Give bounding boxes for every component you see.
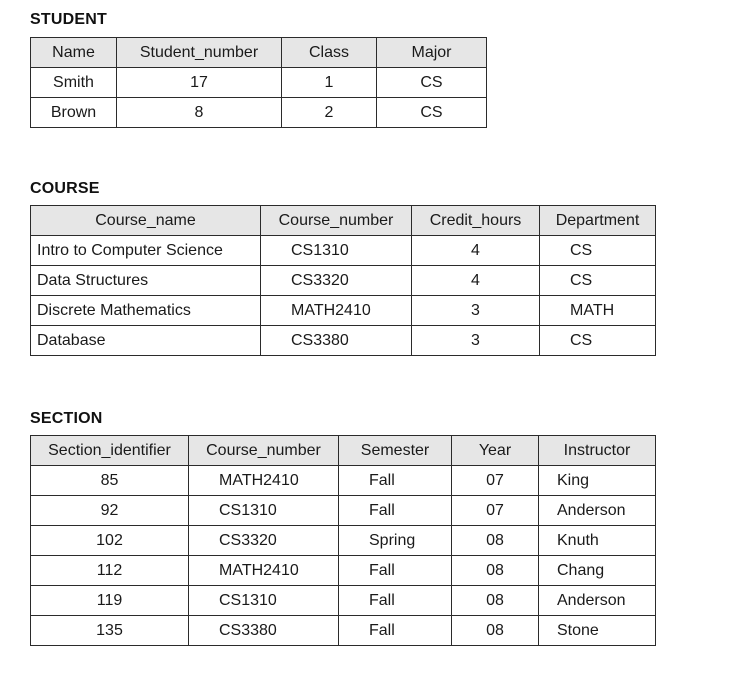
column-header-class: Class [281, 37, 377, 68]
student-table-title: STUDENT [30, 11, 107, 28]
cell-name: Smith [30, 67, 117, 98]
table-row: Data Structures CS3320 4 CS [30, 265, 656, 296]
cell-section-identifier: 92 [30, 495, 189, 526]
column-header-credit-hours: Credit_hours [411, 205, 540, 236]
cell-instructor: Stone [538, 615, 656, 646]
cell-course-name: Intro to Computer Science [30, 235, 261, 266]
table-row: Smith 17 1 CS [30, 67, 487, 98]
cell-course-number: CS1310 [260, 235, 412, 266]
student-header-row: Name Student_number Class Major [30, 37, 487, 68]
cell-course-number: CS1310 [188, 585, 339, 616]
cell-course-name: Discrete Mathematics [30, 295, 261, 326]
cell-semester: Fall [338, 555, 452, 586]
cell-instructor: Anderson [538, 495, 656, 526]
cell-student-number: 17 [116, 67, 282, 98]
section-header-row: Section_identifier Course_number Semeste… [30, 435, 656, 466]
cell-department: CS [539, 235, 656, 266]
cell-course-number: MATH2410 [188, 465, 339, 496]
column-header-course-number: Course_number [260, 205, 412, 236]
cell-credit-hours: 3 [411, 325, 540, 356]
table-row: Brown 8 2 CS [30, 97, 487, 128]
column-header-instructor: Instructor [538, 435, 656, 466]
course-table-title: COURSE [30, 180, 100, 197]
column-header-department: Department [539, 205, 656, 236]
cell-course-number: CS3380 [188, 615, 339, 646]
cell-section-identifier: 119 [30, 585, 189, 616]
cell-department: CS [539, 325, 656, 356]
table-row: 92 CS1310 Fall 07 Anderson [30, 495, 656, 526]
cell-semester: Fall [338, 465, 452, 496]
table-row: 135 CS3380 Fall 08 Stone [30, 615, 656, 646]
cell-semester: Fall [338, 585, 452, 616]
cell-course-number: CS3320 [260, 265, 412, 296]
cell-instructor: Anderson [538, 585, 656, 616]
cell-department: MATH [539, 295, 656, 326]
cell-instructor: Knuth [538, 525, 656, 556]
student-table: Name Student_number Class Major Smith 17… [30, 37, 487, 128]
cell-section-identifier: 102 [30, 525, 189, 556]
cell-course-number: MATH2410 [260, 295, 412, 326]
section-table: Section_identifier Course_number Semeste… [30, 435, 656, 646]
cell-year: 08 [451, 615, 539, 646]
course-table: Course_name Course_number Credit_hours D… [30, 205, 656, 356]
cell-student-number: 8 [116, 97, 282, 128]
cell-credit-hours: 3 [411, 295, 540, 326]
cell-major: CS [376, 97, 487, 128]
cell-credit-hours: 4 [411, 235, 540, 266]
cell-class: 2 [281, 97, 377, 128]
cell-year: 08 [451, 525, 539, 556]
column-header-course-number: Course_number [188, 435, 339, 466]
cell-course-number: CS1310 [188, 495, 339, 526]
column-header-name: Name [30, 37, 117, 68]
cell-year: 07 [451, 495, 539, 526]
cell-section-identifier: 112 [30, 555, 189, 586]
cell-name: Brown [30, 97, 117, 128]
column-header-course-name: Course_name [30, 205, 261, 236]
cell-course-name: Data Structures [30, 265, 261, 296]
column-header-year: Year [451, 435, 539, 466]
table-row: 112 MATH2410 Fall 08 Chang [30, 555, 656, 586]
cell-semester: Spring [338, 525, 452, 556]
cell-credit-hours: 4 [411, 265, 540, 296]
table-row: 102 CS3320 Spring 08 Knuth [30, 525, 656, 556]
column-header-student-number: Student_number [116, 37, 282, 68]
cell-year: 08 [451, 585, 539, 616]
table-row: Intro to Computer Science CS1310 4 CS [30, 235, 656, 266]
column-header-major: Major [376, 37, 487, 68]
cell-section-identifier: 135 [30, 615, 189, 646]
table-row: Discrete Mathematics MATH2410 3 MATH [30, 295, 656, 326]
cell-course-name: Database [30, 325, 261, 356]
cell-instructor: King [538, 465, 656, 496]
cell-course-number: CS3320 [188, 525, 339, 556]
cell-semester: Fall [338, 495, 452, 526]
cell-semester: Fall [338, 615, 452, 646]
cell-instructor: Chang [538, 555, 656, 586]
cell-course-number: MATH2410 [188, 555, 339, 586]
cell-year: 07 [451, 465, 539, 496]
table-row: 85 MATH2410 Fall 07 King [30, 465, 656, 496]
column-header-semester: Semester [338, 435, 452, 466]
table-row: 119 CS1310 Fall 08 Anderson [30, 585, 656, 616]
column-header-section-identifier: Section_identifier [30, 435, 189, 466]
cell-class: 1 [281, 67, 377, 98]
cell-department: CS [539, 265, 656, 296]
section-table-title: SECTION [30, 410, 103, 427]
cell-section-identifier: 85 [30, 465, 189, 496]
cell-year: 08 [451, 555, 539, 586]
course-header-row: Course_name Course_number Credit_hours D… [30, 205, 656, 236]
table-row: Database CS3380 3 CS [30, 325, 656, 356]
cell-major: CS [376, 67, 487, 98]
cell-course-number: CS3380 [260, 325, 412, 356]
